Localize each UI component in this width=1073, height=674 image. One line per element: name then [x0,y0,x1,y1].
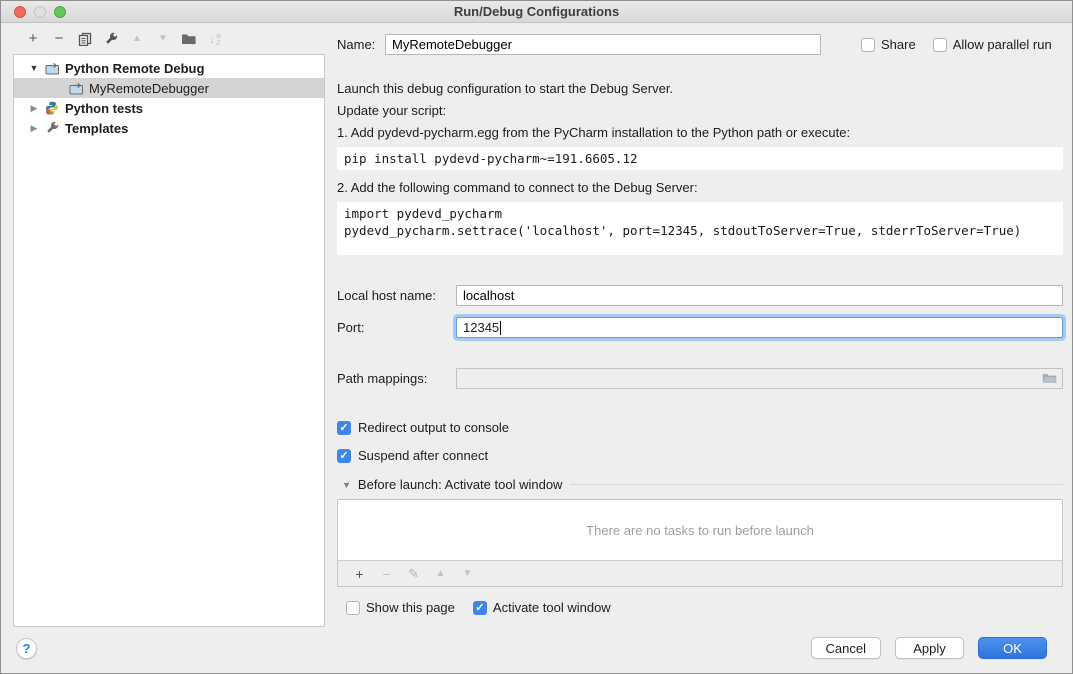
remove-task-button: − [373,564,400,584]
tree-item-myremotedebugger[interactable]: MyRemoteDebugger [14,78,324,98]
configurations-pane: + − ▲ ▼ ↓ az ▼ [13,23,325,627]
local-host-name-label: Local host name: [337,288,456,303]
collapse-triangle-icon[interactable]: ▼ [342,480,351,490]
activate-tool-window-checkbox[interactable]: ✓ [473,601,487,615]
check-icon: ✓ [339,449,348,462]
add-configuration-button[interactable]: + [20,29,46,49]
empty-tasks-message: There are no tasks to run before launch [338,500,1062,560]
move-task-up-icon: ▲ [427,564,454,584]
minimize-button [34,6,46,18]
instructions: Launch this debug configuration to start… [337,81,1063,255]
titlebar: Run/Debug Configurations [1,1,1072,23]
move-up-icon: ▲ [124,29,150,49]
settrace-snippet: import pydevd_pycharm pydevd_pycharm.set… [337,202,1063,255]
move-task-down-icon: ▼ [454,564,481,584]
before-launch-title: Before launch: Activate tool window [358,477,563,492]
share-label: Share [881,37,916,52]
collapse-arrow-icon[interactable]: ▶ [28,103,40,114]
configuration-editor: Name: Share Allow parallel run Launch th… [337,23,1063,627]
fullscreen-button[interactable] [54,6,66,18]
suspend-after-connect-option[interactable]: ✓ Suspend after connect [337,448,1063,463]
instruction-step-1: 1. Add pydevd-pycharm.egg from the PyCha… [337,125,1063,141]
add-task-button[interactable]: + [346,564,373,584]
main-area: + − ▲ ▼ ↓ az ▼ [1,23,1072,627]
check-icon: ✓ [339,421,348,434]
suspend-after-connect-label: Suspend after connect [358,448,488,463]
window-title: Run/Debug Configurations [1,4,1072,19]
redirect-output-option[interactable]: ✓ Redirect output to console [337,420,1063,435]
remove-configuration-button[interactable]: − [46,29,72,49]
expand-arrow-icon[interactable]: ▼ [28,63,40,73]
new-folder-icon[interactable] [176,29,202,49]
instruction-line: Update your script: [337,103,1063,119]
port-label: Port: [337,320,456,335]
cancel-button[interactable]: Cancel [811,637,881,659]
allow-parallel-run-checkbox[interactable] [933,38,947,52]
collapse-arrow-icon[interactable]: ▶ [28,123,40,134]
check-icon: ✓ [475,601,484,614]
edit-task-icon: ✎ [400,564,427,584]
templates-wrench-icon [44,121,60,135]
traffic-lights [14,1,66,22]
tasks-toolbar: + − ✎ ▲ ▼ [338,560,1062,586]
configurations-tree: ▼ Python Remote Debug MyRemoteDebugger ▶ [13,54,325,627]
show-this-page-checkbox[interactable] [346,601,360,615]
apply-button[interactable]: Apply [895,637,964,659]
run-config-icon [68,81,84,95]
path-mappings-label: Path mappings: [337,371,456,386]
close-button[interactable] [14,6,26,18]
python-tests-icon [44,101,60,115]
sort-configurations-icon: ↓ az [202,29,228,49]
path-mappings-input[interactable] [456,368,1063,389]
tree-item-python-remote-debug[interactable]: ▼ Python Remote Debug [14,58,324,78]
pip-install-snippet: pip install pydevd-pycharm~=191.6605.12 [337,147,1063,170]
run-config-icon [44,61,60,75]
show-this-page-option[interactable]: Show this page [346,600,455,615]
activate-tool-window-option[interactable]: ✓ Activate tool window [473,600,611,615]
tree-item-templates[interactable]: ▶ Templates [14,118,324,138]
question-mark-icon: ? [23,641,31,656]
tree-item-label: Python Remote Debug [65,61,204,76]
local-host-name-input[interactable] [456,285,1063,306]
help-button[interactable]: ? [16,638,37,659]
share-option[interactable]: Share [861,37,916,52]
before-launch-section-header[interactable]: ▼ Before launch: Activate tool window [337,477,1063,492]
share-checkbox[interactable] [861,38,875,52]
activate-tool-window-label: Activate tool window [493,600,611,615]
move-down-icon: ▼ [150,29,176,49]
instruction-step-2: 2. Add the following command to connect … [337,180,1063,196]
port-input[interactable]: 12345 [456,317,1063,338]
tree-item-python-tests[interactable]: ▶ Python tests [14,98,324,118]
ok-button[interactable]: OK [978,637,1047,659]
name-label: Name: [337,37,385,52]
copy-configuration-icon[interactable] [72,29,98,49]
instruction-line: Launch this debug configuration to start… [337,81,1063,97]
show-this-page-label: Show this page [366,600,455,615]
allow-parallel-run-label: Allow parallel run [953,37,1052,52]
redirect-output-checkbox[interactable]: ✓ [337,421,351,435]
name-input[interactable] [385,34,821,55]
dialog-footer: ? Cancel Apply OK [1,627,1072,673]
run-debug-configurations-dialog: Run/Debug Configurations + − ▲ ▼ ↓ [0,0,1073,674]
suspend-after-connect-checkbox[interactable]: ✓ [337,449,351,463]
allow-parallel-run-option[interactable]: Allow parallel run [933,37,1052,52]
redirect-output-label: Redirect output to console [358,420,509,435]
configurations-toolbar: + − ▲ ▼ ↓ az [13,23,325,54]
separator-line [570,484,1063,485]
tree-item-label: Templates [65,121,128,136]
tree-item-label: MyRemoteDebugger [89,81,209,96]
browse-folder-icon[interactable] [1039,371,1059,387]
text-caret [500,321,501,335]
edit-templates-icon[interactable] [98,29,124,49]
tree-item-label: Python tests [65,101,143,116]
before-launch-tasks-panel: There are no tasks to run before launch … [337,499,1063,587]
